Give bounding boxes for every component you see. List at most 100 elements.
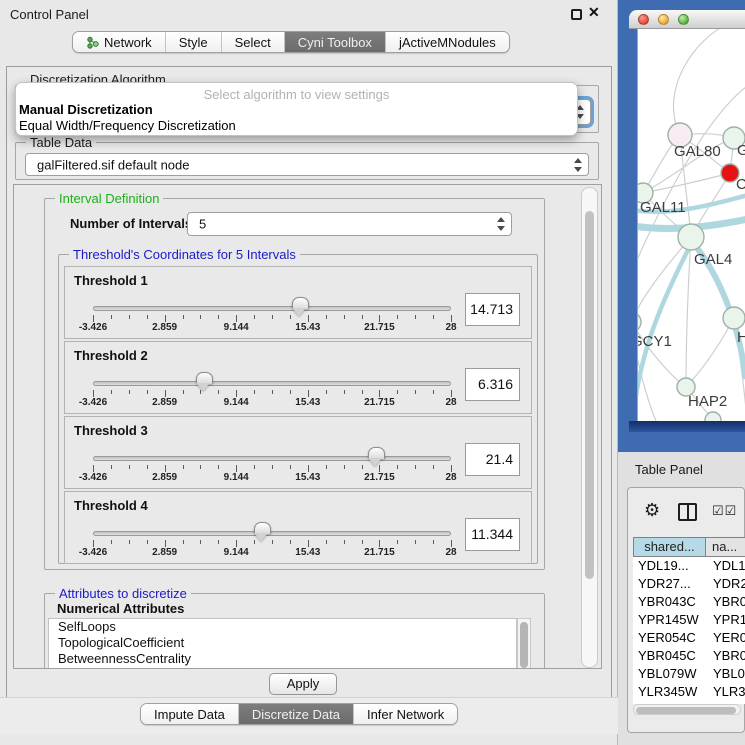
major-tick bbox=[165, 315, 166, 322]
slider-track[interactable] bbox=[93, 381, 451, 386]
tab-infer-network[interactable]: Infer Network bbox=[353, 704, 457, 724]
minor-tick bbox=[290, 540, 291, 544]
bottom-node[interactable] bbox=[705, 412, 721, 421]
slider-thumb[interactable] bbox=[292, 297, 307, 316]
minor-tick bbox=[183, 315, 184, 319]
zoom-traffic-light-icon[interactable] bbox=[678, 14, 689, 25]
settings-scroll-pane: Interval Definition Number of Intervals … bbox=[13, 184, 602, 669]
table-data-group-title: Table Data bbox=[26, 135, 96, 150]
table-row[interactable]: YBL079WYBL0... bbox=[633, 665, 745, 683]
tick-label: 9.144 bbox=[224, 472, 249, 483]
node-label-GCY1: GCY1 bbox=[638, 333, 672, 350]
table-row[interactable]: YDL19...YDL1... bbox=[633, 557, 745, 575]
slider-track[interactable] bbox=[93, 456, 451, 461]
attribute-list-item[interactable]: TopologicalCoefficient bbox=[49, 635, 516, 651]
tab-select[interactable]: Select bbox=[221, 32, 284, 52]
attributes-list-scroll-thumb[interactable] bbox=[520, 622, 528, 668]
number-of-intervals-select[interactable]: 5 bbox=[187, 212, 512, 236]
slider-thumb[interactable] bbox=[254, 522, 269, 541]
threshold-value-field[interactable]: 6.316 bbox=[465, 368, 520, 401]
edge[interactable] bbox=[638, 237, 691, 322]
table-horizontal-scrollbar[interactable] bbox=[633, 704, 741, 715]
network-view-canvas[interactable]: GAL80GACGAL11GAL4GCY1HHAP2 bbox=[637, 29, 745, 421]
tab-impute-data[interactable]: Impute Data bbox=[141, 704, 238, 724]
minor-tick bbox=[218, 540, 219, 544]
minor-tick bbox=[344, 390, 345, 394]
gear-icon[interactable]: ⚙ bbox=[644, 500, 660, 521]
GAL4-node[interactable] bbox=[678, 224, 704, 250]
tab-label: jActiveMNodules bbox=[399, 35, 496, 50]
minor-tick bbox=[415, 540, 416, 544]
major-tick bbox=[93, 540, 94, 547]
minor-tick bbox=[362, 540, 363, 544]
slider-thumb[interactable] bbox=[368, 447, 383, 466]
top-tab-bar: NetworkStyleSelectCyni Toolbox jActiveMNo… bbox=[72, 31, 510, 53]
float-window-icon[interactable] bbox=[571, 9, 582, 20]
table-hscroll-thumb[interactable] bbox=[636, 707, 736, 714]
tab-style[interactable]: Style bbox=[165, 32, 221, 52]
threshold-row-3: Threshold 3-3.4262.8599.14415.4321.71528… bbox=[64, 416, 532, 489]
table-cell: YBR0... bbox=[706, 593, 745, 611]
slider-track[interactable] bbox=[93, 531, 451, 536]
slider-track[interactable] bbox=[93, 306, 451, 311]
threshold-value-field[interactable]: 11.344 bbox=[465, 518, 520, 551]
threshold-value-field[interactable]: 14.713 bbox=[465, 293, 520, 326]
dropdown-item-equal-width-frequency[interactable]: Equal Width/Frequency Discretization bbox=[16, 118, 577, 134]
table-data-select[interactable]: galFiltered.sif default node bbox=[25, 153, 589, 176]
node-label-C: C bbox=[736, 176, 745, 193]
table-cell: YPR1... bbox=[706, 611, 745, 629]
tab-discretize-data[interactable]: Discretize Data bbox=[238, 704, 353, 724]
edge[interactable] bbox=[673, 29, 730, 135]
minimize-traffic-light-icon[interactable] bbox=[658, 14, 669, 25]
minor-tick bbox=[362, 315, 363, 319]
slider-thumb[interactable] bbox=[196, 372, 211, 391]
major-tick bbox=[308, 315, 309, 322]
dropdown-placeholder-item[interactable]: Select algorithm to view settings bbox=[16, 87, 577, 102]
minor-tick bbox=[254, 390, 255, 394]
tick-label: 9.144 bbox=[224, 547, 249, 558]
tab-network[interactable]: Network bbox=[73, 32, 165, 52]
major-tick bbox=[93, 390, 94, 397]
threshold-label: Threshold 1 bbox=[74, 273, 148, 288]
minor-tick bbox=[290, 465, 291, 469]
close-icon[interactable]: ✕ bbox=[588, 4, 600, 21]
threshold-value-field[interactable]: 21.4 bbox=[465, 443, 520, 476]
GCY1-node[interactable] bbox=[638, 312, 641, 332]
edge[interactable] bbox=[686, 318, 734, 387]
split-view-icon[interactable] bbox=[678, 503, 697, 521]
table-row[interactable]: YDR27...YDR2... bbox=[633, 575, 745, 593]
tick-label: 28 bbox=[445, 547, 456, 558]
tab-jactivemnodules[interactable]: jActiveMNodules bbox=[385, 32, 509, 52]
minor-tick bbox=[344, 540, 345, 544]
table-row[interactable]: YBR043CYBR0... bbox=[633, 593, 745, 611]
minor-tick bbox=[415, 390, 416, 394]
column-header-1[interactable]: shared... bbox=[633, 537, 706, 557]
node-table: shared...na...YDL19...YDL1...YDR27...YDR… bbox=[633, 537, 745, 704]
apply-button[interactable]: Apply bbox=[269, 673, 337, 695]
network-window-titlebar[interactable] bbox=[629, 10, 745, 29]
minor-tick bbox=[415, 315, 416, 319]
attribute-list-item[interactable]: BetweennessCentrality bbox=[49, 651, 516, 667]
table-row[interactable]: YER054CYER0... bbox=[633, 629, 745, 647]
attributes-list-scrollbar[interactable] bbox=[517, 618, 531, 669]
table-row[interactable]: YBR045CYBR0... bbox=[633, 647, 745, 665]
minor-tick bbox=[183, 465, 184, 469]
H-node[interactable] bbox=[723, 307, 745, 329]
major-tick bbox=[308, 390, 309, 397]
settings-scrollbar[interactable] bbox=[581, 187, 598, 668]
table-row[interactable]: YPR145WYPR1... bbox=[633, 611, 745, 629]
close-traffic-light-icon[interactable] bbox=[638, 14, 649, 25]
column-header-2[interactable]: na... bbox=[706, 537, 745, 557]
attribute-list-item[interactable]: SelfLoops bbox=[49, 619, 516, 635]
table-row[interactable]: YLR345WYLR3... bbox=[633, 683, 745, 701]
minor-tick bbox=[129, 465, 130, 469]
tick-label: -3.426 bbox=[79, 472, 107, 483]
major-tick bbox=[93, 315, 94, 322]
edge[interactable] bbox=[686, 237, 691, 387]
settings-scroll-thumb[interactable] bbox=[585, 211, 594, 579]
dropdown-item-manual-discretization[interactable]: Manual Discretization bbox=[16, 102, 577, 118]
minor-tick bbox=[272, 315, 273, 319]
tick-label: -3.426 bbox=[79, 397, 107, 408]
checked-checkboxes-icon[interactable]: ☑☑ bbox=[712, 503, 737, 519]
tab-cyni-toolbox[interactable]: Cyni Toolbox bbox=[284, 32, 385, 52]
